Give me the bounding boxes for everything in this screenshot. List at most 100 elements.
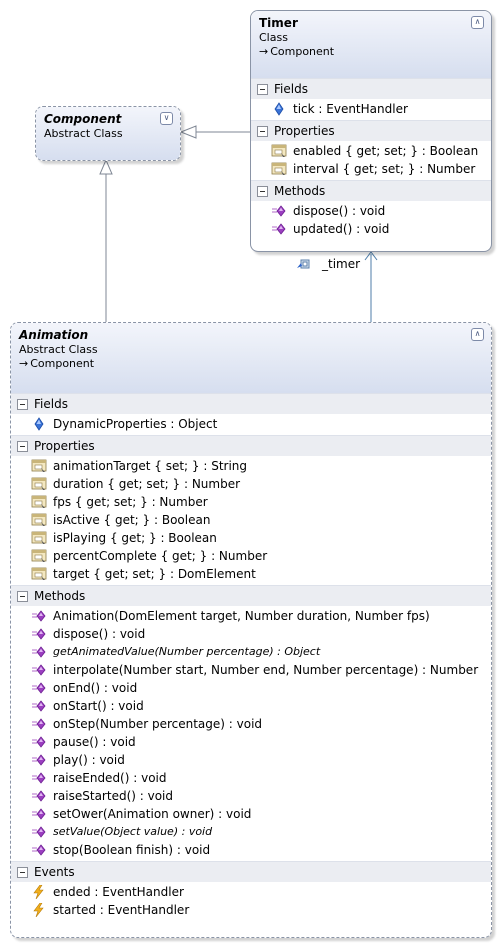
- class-name: Component: [44, 112, 122, 126]
- member-text: pause() : void: [53, 735, 136, 749]
- base-class: → Component: [259, 45, 335, 58]
- method-member[interactable]: interpolate(Number start, Number end, Nu…: [11, 661, 491, 679]
- property-member[interactable]: interval { get; set; } : Number: [251, 160, 491, 178]
- collapse-minus-icon[interactable]: [17, 590, 28, 602]
- base-class: → Component: [19, 357, 95, 370]
- timer-sections: Fields tick : EventHandler Properties enabl…: [251, 78, 491, 240]
- event-icon: [31, 902, 47, 918]
- property-member[interactable]: target { get; set; } : DomElement: [11, 565, 491, 583]
- collapse-minus-icon[interactable]: [17, 440, 28, 452]
- method-member[interactable]: raiseStarted() : void: [11, 787, 491, 805]
- member-text: play() : void: [53, 753, 125, 767]
- field-icon: [31, 417, 47, 431]
- field-member[interactable]: DynamicProperties : Object: [11, 415, 491, 433]
- member-list: DynamicProperties : Object: [11, 414, 491, 435]
- property-icon: [31, 567, 47, 581]
- member-text: getAnimatedValue(Number percentage) : Ob…: [53, 645, 321, 658]
- method-icon: [271, 204, 287, 218]
- field-member[interactable]: tick : EventHandler: [251, 100, 491, 118]
- member-list: animationTarget { set; } : String duratio…: [11, 456, 491, 585]
- member-list: tick : EventHandler: [251, 99, 491, 120]
- method-icon: [31, 609, 47, 623]
- timer-inheritance-arrowhead: [179, 125, 197, 139]
- event-member[interactable]: started : EventHandler: [11, 901, 491, 919]
- method-icon: [31, 789, 47, 803]
- section-header[interactable]: Properties: [11, 435, 491, 456]
- method-member[interactable]: getAnimatedValue(Number percentage) : Ob…: [11, 643, 491, 661]
- collapse-minus-icon[interactable]: [17, 866, 28, 878]
- member-text: isActive { get; } : Boolean: [53, 513, 211, 527]
- property-member[interactable]: duration { get; set; } : Number: [11, 475, 491, 493]
- property-member[interactable]: isPlaying { get; } : Boolean: [11, 529, 491, 547]
- method-member[interactable]: dispose() : void: [251, 202, 491, 220]
- collapse-minus-icon[interactable]: [17, 398, 28, 410]
- method-icon: [31, 681, 47, 695]
- section-header[interactable]: Methods: [11, 585, 491, 606]
- property-member[interactable]: enabled { get; set; } : Boolean: [251, 142, 491, 160]
- section-header[interactable]: Properties: [251, 120, 491, 141]
- method-icon: [31, 735, 47, 749]
- collapse-icon[interactable]: ∧: [471, 328, 484, 341]
- property-member[interactable]: fps { get; set; } : Number: [11, 493, 491, 511]
- method-member[interactable]: dispose() : void: [11, 625, 491, 643]
- method-icon: [31, 645, 47, 659]
- method-member[interactable]: pause() : void: [11, 733, 491, 751]
- member-text: onStart() : void: [53, 699, 144, 713]
- method-member[interactable]: stop(Boolean finish) : void: [11, 841, 491, 859]
- member-text: updated() : void: [293, 222, 390, 236]
- section-title: Fields: [34, 397, 68, 411]
- property-member[interactable]: percentComplete { get; } : Number: [11, 547, 491, 565]
- event-icon: [31, 884, 47, 900]
- section-header[interactable]: Events: [11, 861, 491, 882]
- method-member[interactable]: updated() : void: [251, 220, 491, 238]
- event-member[interactable]: ended : EventHandler: [11, 883, 491, 901]
- member-text: onStep(Number percentage) : void: [53, 717, 263, 731]
- animation-class-box[interactable]: Animation Abstract Class → Component ∧ Fi…: [10, 322, 492, 938]
- inherits-arrow-icon: →: [19, 357, 29, 370]
- timer-header: Timer Class → Component ∧: [251, 11, 491, 78]
- section-header[interactable]: Fields: [11, 393, 491, 414]
- member-text: Animation(DomElement target, Number dura…: [53, 609, 430, 623]
- member-text: started : EventHandler: [53, 903, 190, 917]
- method-member[interactable]: setValue(Object value) : void: [11, 823, 491, 841]
- method-icon: [31, 843, 47, 857]
- section-header[interactable]: Methods: [251, 180, 491, 201]
- method-member[interactable]: play() : void: [11, 751, 491, 769]
- expand-icon[interactable]: ∨: [160, 112, 173, 125]
- member-text: setOwer(Animation owner) : void: [53, 807, 252, 821]
- member-text: target { get; set; } : DomElement: [53, 567, 256, 581]
- member-text: tick : EventHandler: [293, 102, 408, 116]
- method-icon: [31, 627, 47, 641]
- property-member[interactable]: isActive { get; } : Boolean: [11, 511, 491, 529]
- collapse-icon[interactable]: ∧: [471, 16, 484, 29]
- member-text: enabled { get; set; } : Boolean: [293, 144, 479, 158]
- method-member[interactable]: onStart() : void: [11, 697, 491, 715]
- timer-class-box[interactable]: Timer Class → Component ∧ Fields tick : Ev…: [250, 10, 492, 252]
- method-member[interactable]: setOwer(Animation owner) : void: [11, 805, 491, 823]
- section-header[interactable]: Fields: [251, 78, 491, 99]
- method-member[interactable]: onEnd() : void: [11, 679, 491, 697]
- method-member[interactable]: raiseEnded() : void: [11, 769, 491, 787]
- method-member[interactable]: onStep(Number percentage) : void: [11, 715, 491, 733]
- collapse-minus-icon[interactable]: [257, 185, 268, 197]
- collapse-minus-icon[interactable]: [257, 125, 268, 137]
- method-icon: [31, 699, 47, 713]
- member-text: dispose() : void: [293, 204, 386, 218]
- animation-sections: Fields DynamicProperties : Object Properti…: [11, 393, 491, 921]
- member-text: ended : EventHandler: [53, 885, 184, 899]
- class-stereotype: Abstract Class: [19, 343, 98, 356]
- association-property-icon: [297, 259, 310, 269]
- member-text: raiseEnded() : void: [53, 771, 167, 785]
- class-name: Animation: [19, 328, 89, 342]
- section-methods: Methods dispose() : void updated() : void: [251, 180, 491, 240]
- method-member[interactable]: Animation(DomElement target, Number dura…: [11, 607, 491, 625]
- section-properties: Properties animationTarget { set; } : Str…: [11, 435, 491, 585]
- section-title: Events: [34, 865, 75, 879]
- member-list: ended : EventHandler started : EventHandl…: [11, 882, 491, 921]
- property-member[interactable]: animationTarget { set; } : String: [11, 457, 491, 475]
- section-title: Properties: [34, 439, 95, 453]
- property-icon: [31, 549, 47, 563]
- property-icon: [31, 477, 47, 491]
- component-class-box[interactable]: Component Abstract Class ∨: [35, 106, 181, 161]
- collapse-minus-icon[interactable]: [257, 83, 268, 95]
